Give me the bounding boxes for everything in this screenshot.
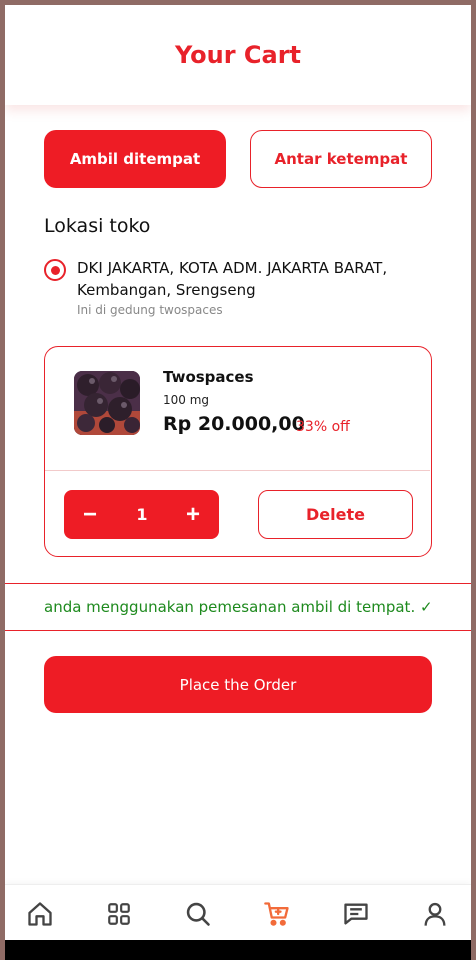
- grid-icon[interactable]: [104, 899, 134, 929]
- pickup-notice: anda menggunakan pemesanan ambil di temp…: [5, 583, 471, 631]
- product-name: Twospaces: [163, 368, 254, 386]
- place-order-button[interactable]: Place the Order: [44, 656, 432, 713]
- cart-screen: Your Cart Ambil ditempat Antar ketempat …: [5, 5, 471, 940]
- product-image: [74, 371, 140, 435]
- page-title: Your Cart: [174, 41, 302, 69]
- quantity-stepper: − 1 +: [64, 490, 219, 539]
- cart-icon[interactable]: [262, 899, 292, 929]
- product-price: Rp 20.000,00: [163, 413, 305, 435]
- system-navigation-bar: [5, 940, 471, 960]
- quantity-value: 1: [136, 505, 148, 524]
- chat-icon[interactable]: [341, 899, 371, 929]
- card-divider: [45, 470, 430, 471]
- cart-item-card: Twospaces 100 mg Rp 20.000,00 33% off − …: [44, 346, 432, 557]
- delivery-button[interactable]: Antar ketempat: [250, 130, 432, 188]
- store-address: DKI JAKARTA, KOTA ADM. JAKARTA BARAT, Ke…: [77, 259, 388, 299]
- decrease-quantity-button[interactable]: −: [68, 490, 112, 539]
- delete-button[interactable]: Delete: [258, 490, 413, 539]
- home-icon[interactable]: [25, 899, 55, 929]
- product-discount: 33% off: [296, 419, 350, 435]
- store-section-title: Lokasi toko: [44, 215, 151, 237]
- header: Your Cart: [5, 5, 471, 105]
- search-icon[interactable]: [183, 899, 213, 929]
- product-weight: 100 mg: [163, 393, 210, 407]
- profile-icon[interactable]: [420, 899, 450, 929]
- increase-quantity-button[interactable]: +: [171, 490, 215, 539]
- pickup-button[interactable]: Ambil ditempat: [44, 130, 226, 188]
- store-radio[interactable]: [44, 259, 66, 281]
- bottom-navigation: [5, 884, 471, 940]
- radio-selected-dot: [50, 265, 60, 275]
- store-note: Ini di gedung twospaces: [77, 303, 223, 317]
